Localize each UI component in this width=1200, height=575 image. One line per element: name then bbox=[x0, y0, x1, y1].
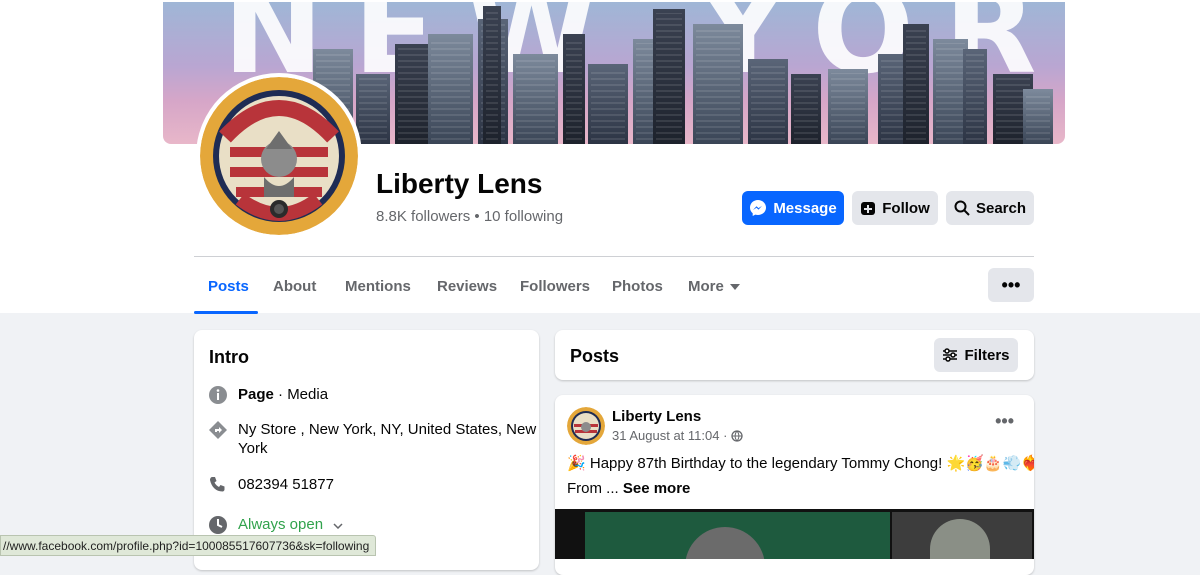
post-menu-button[interactable]: ••• bbox=[995, 411, 1014, 432]
page-avatar[interactable] bbox=[200, 77, 358, 235]
celebration-emojis: 🌟🥳🎂💨❤️‍🔥 bbox=[946, 455, 1034, 472]
intro-card: Intro Page · Media Ny Store , New York, … bbox=[194, 330, 539, 570]
post-image[interactable] bbox=[555, 509, 1034, 559]
post-text-line2: From ... See more bbox=[567, 480, 690, 497]
posts-section-title: Posts bbox=[570, 346, 620, 366]
post-text-line1: 🎉 Happy 87th Birthday to the legendary T… bbox=[567, 454, 1034, 472]
post-author-name[interactable]: Liberty Lens bbox=[612, 408, 701, 425]
tab-mentions[interactable]: Mentions bbox=[345, 278, 411, 295]
intro-category-value: · Media bbox=[273, 386, 329, 403]
stats-separator: • bbox=[474, 208, 480, 225]
clock-icon bbox=[208, 515, 228, 535]
tab-about[interactable]: About bbox=[273, 278, 316, 295]
liberty-lens-logo-icon bbox=[200, 77, 358, 235]
tab-more[interactable]: More bbox=[688, 278, 740, 295]
browser-status-bar: //www.facebook.com/profile.php?id=100085… bbox=[0, 535, 377, 556]
post-body: Happy 87th Birthday to the legendary Tom… bbox=[589, 455, 943, 472]
tab-photos[interactable]: Photos bbox=[612, 278, 663, 295]
phone-icon bbox=[208, 475, 228, 495]
party-emoji: 🎉 bbox=[567, 455, 586, 472]
page-title: Liberty Lens bbox=[376, 168, 543, 199]
tab-posts[interactable]: Posts bbox=[208, 278, 249, 295]
message-button[interactable]: Message bbox=[742, 191, 844, 225]
messenger-icon bbox=[750, 200, 767, 216]
intro-category-type: Page bbox=[238, 386, 274, 403]
globe-icon bbox=[731, 429, 744, 442]
follow-plus-icon bbox=[861, 202, 876, 215]
follow-button-label: Follow bbox=[882, 199, 930, 217]
info-icon bbox=[208, 385, 228, 405]
intro-address-row: Ny Store , New York, NY, United States, … bbox=[208, 420, 536, 458]
post-author-avatar[interactable] bbox=[567, 407, 605, 445]
header-divider bbox=[194, 256, 1034, 257]
chevron-down-icon bbox=[333, 523, 343, 529]
tab-more-label: More bbox=[688, 278, 724, 295]
intro-title: Intro bbox=[209, 347, 249, 367]
directions-icon bbox=[208, 420, 228, 440]
follow-button[interactable]: Follow bbox=[852, 191, 938, 225]
tab-followers[interactable]: Followers bbox=[520, 278, 590, 295]
intro-address-line2[interactable]: York bbox=[238, 439, 536, 458]
post-time-text: 31 August at 11:04 · bbox=[612, 428, 728, 443]
post-body-truncated: From ... bbox=[567, 480, 619, 497]
filters-button[interactable]: Filters bbox=[934, 338, 1018, 372]
intro-category-row: Page · Media bbox=[208, 385, 328, 405]
search-icon bbox=[954, 200, 970, 216]
active-tab-indicator bbox=[194, 311, 258, 314]
intro-address-line1[interactable]: Ny Store , New York, NY, United States, … bbox=[238, 420, 536, 439]
post-card: Liberty Lens 31 August at 11:04 · ••• 🎉 … bbox=[555, 395, 1034, 575]
posts-header-card: Posts Filters bbox=[555, 330, 1034, 380]
intro-phone[interactable]: 082394 51877 bbox=[238, 475, 334, 495]
search-button-label: Search bbox=[975, 199, 1027, 217]
message-button-label: Message bbox=[773, 199, 837, 217]
intro-phone-row: 082394 51877 bbox=[208, 475, 334, 495]
liberty-lens-logo-small-icon bbox=[567, 407, 605, 445]
caret-down-icon bbox=[729, 283, 740, 290]
followers-link[interactable]: 8.8K followers bbox=[376, 208, 470, 225]
filters-icon bbox=[943, 348, 958, 362]
intro-hours: Always open bbox=[238, 516, 324, 533]
following-link[interactable]: 10 following bbox=[484, 208, 563, 225]
see-more-link[interactable]: See more bbox=[623, 480, 691, 497]
tab-reviews[interactable]: Reviews bbox=[437, 278, 497, 295]
search-button[interactable]: Search bbox=[946, 191, 1034, 225]
more-options-button[interactable]: ••• bbox=[988, 268, 1034, 302]
intro-hours-row[interactable]: Always open bbox=[208, 515, 343, 535]
post-timestamp[interactable]: 31 August at 11:04 · bbox=[612, 428, 744, 443]
filters-label: Filters bbox=[964, 346, 1010, 364]
page-stats: 8.8K followers • 10 following bbox=[376, 208, 563, 225]
